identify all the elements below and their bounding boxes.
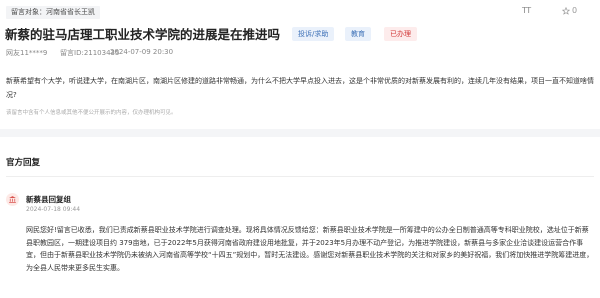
domain-tag: 教育 [345, 27, 371, 41]
star-icon [562, 6, 570, 15]
message-user: 网友11****9 [6, 49, 48, 57]
status-badge: 已办理 [384, 27, 417, 41]
font-size-toggle[interactable]: TT [522, 6, 531, 15]
official-reply-heading: 官方回复 [6, 158, 41, 168]
reply-content: 网民您好!留言已收悉，我们已责成新蔡县职业技术学院进行调查处理。现将具体情况反馈… [26, 226, 594, 272]
message-title: 新蔡的驻马店理工职业技术学院的进展是在推进吗 [5, 27, 281, 42]
message-time: 2024-07-09 20:30 [110, 48, 174, 56]
like-button[interactable]: 0 [562, 6, 577, 15]
privacy-notice: 该留言中含有个人信息或其他不便公开展示的内容，仅办理机构可见。 [6, 110, 177, 116]
category-tag: 投诉/求助 [292, 27, 335, 41]
message-content: 新蔡希望有个大学，听说建大学，在南湖片区，南湖片区修建的道路非常畅通，为什么不把… [6, 77, 594, 99]
government-building-icon [6, 193, 19, 206]
reply-department: 新蔡县回复组 [26, 195, 71, 204]
recipient-label: 留言对象：河南省省长王凯 [6, 6, 100, 19]
like-count: 0 [572, 6, 578, 15]
heading-underline [6, 176, 594, 177]
section-divider [0, 129, 600, 137]
reply-time: 2024-07-18 09:44 [26, 206, 81, 213]
